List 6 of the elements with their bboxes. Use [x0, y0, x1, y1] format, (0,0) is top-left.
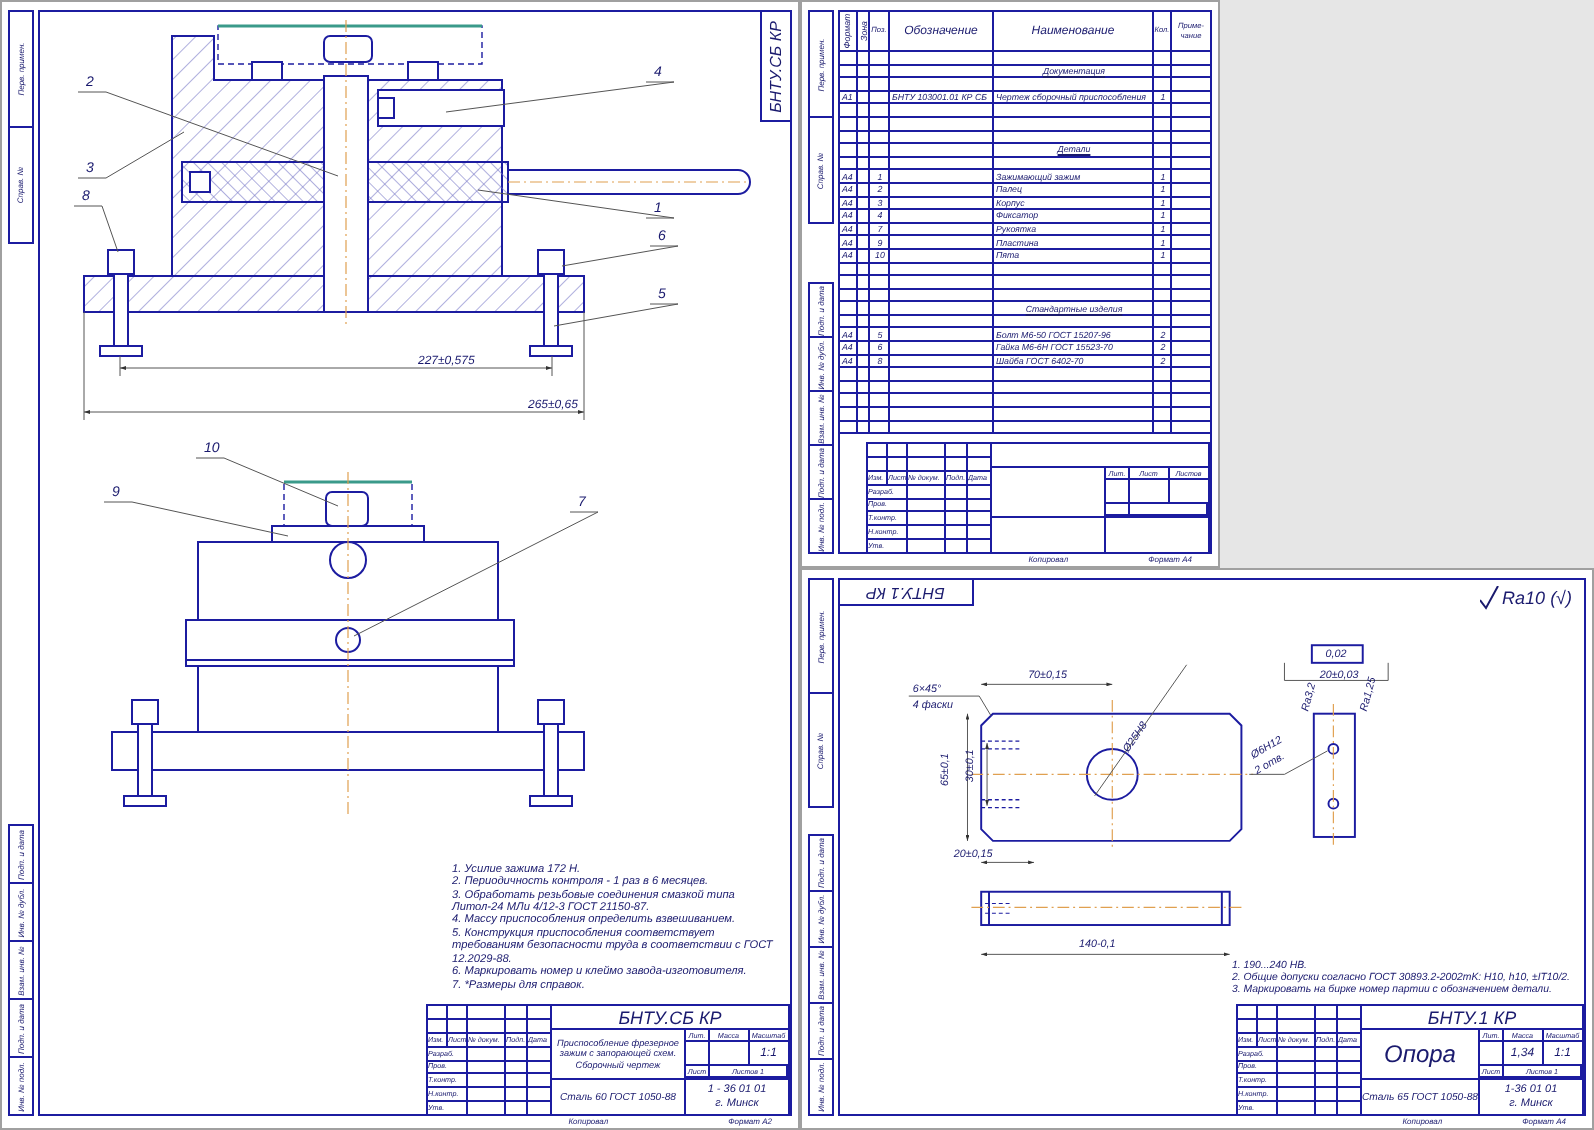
- drawing-title: Опора: [1384, 1039, 1456, 1069]
- drawing-designation: БНТУ.1 КР: [1427, 1007, 1517, 1027]
- stamp-text: БНТУ.СБ КР: [767, 20, 785, 112]
- drawing-designation: БНТУ.СБ КР: [618, 1007, 722, 1027]
- roughness-label: Ra10 (√): [1502, 588, 1572, 608]
- stamp-text: БНТУ.1 КР: [866, 583, 946, 601]
